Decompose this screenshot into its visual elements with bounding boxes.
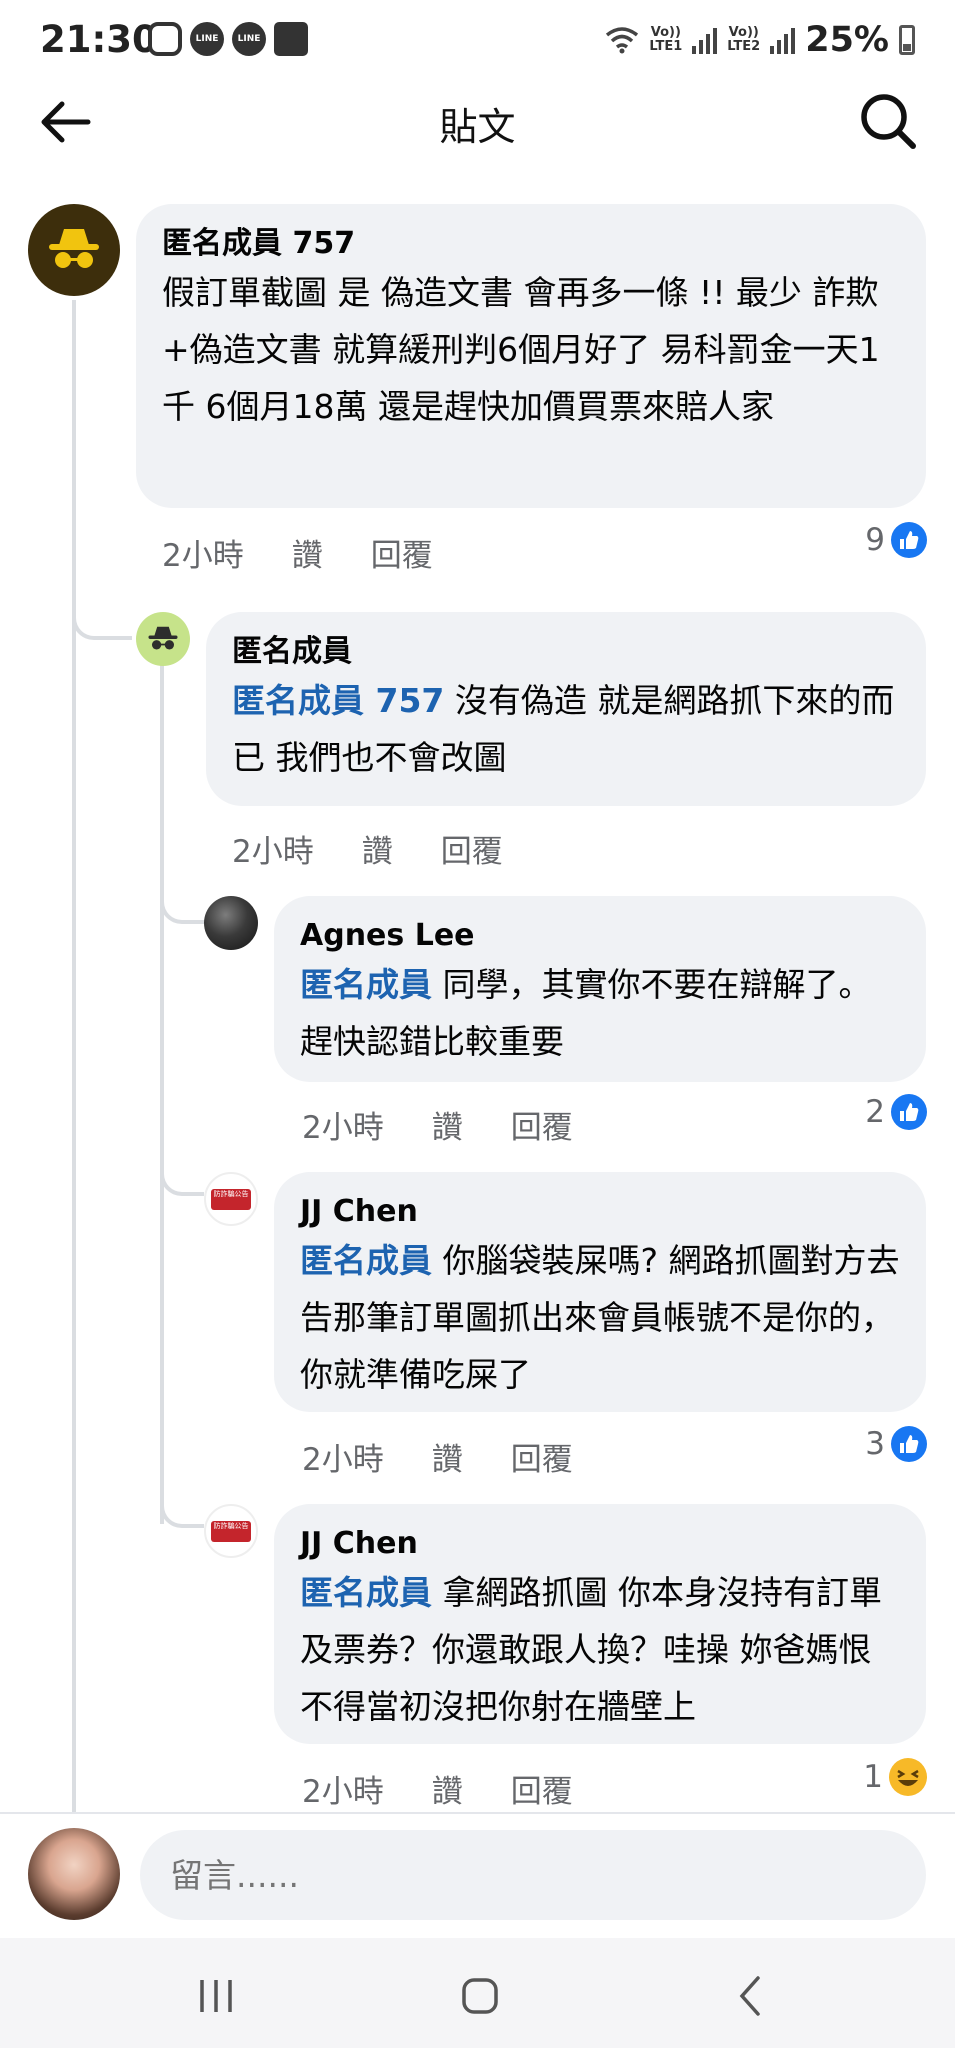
reply-button[interactable]: 回覆 [511, 1766, 573, 1811]
current-user-avatar [28, 1828, 120, 1920]
thread-line [160, 664, 164, 1524]
reaction-summary[interactable]: 3 [865, 1426, 927, 1462]
comment-input[interactable] [140, 1830, 926, 1920]
like-button[interactable]: 讚 [432, 1434, 463, 1479]
reaction-count: 2 [865, 1094, 885, 1130]
avatar[interactable] [136, 612, 190, 666]
reaction-summary[interactable]: 1 [863, 1758, 927, 1796]
reaction-count: 3 [865, 1426, 885, 1462]
comment-author[interactable]: Agnes Lee [300, 916, 900, 956]
thread-branch [72, 600, 132, 640]
system-nav-bar [0, 1938, 955, 2048]
avatar[interactable] [28, 204, 120, 296]
comment-time[interactable]: 2小時 [302, 1766, 384, 1811]
comment-actions: 2小時 讚 回覆 [302, 1766, 573, 1811]
avatar[interactable]: 防詐騙公告 [204, 1504, 258, 1558]
instagram-icon [148, 22, 182, 56]
like-icon [891, 522, 927, 558]
avatar[interactable] [204, 896, 258, 950]
signal-icon [692, 26, 718, 54]
avatar-badge-text: 防詐騙公告 [211, 1520, 251, 1542]
battery-percent: 25% [805, 20, 889, 60]
comment-author[interactable]: JJ Chen [300, 1192, 900, 1232]
comment-text: 匿名成員 同學，其實你不要在辯解了。趕快認錯比較重要 [300, 965, 872, 1061]
system-indicators: Vo)) LTE1 Vo)) LTE2 25% [605, 20, 915, 60]
comment-actions: 2小時 讚 回覆 [302, 1102, 573, 1147]
comment-bubble[interactable]: 匿名成員 757 假訂單截圖 是 偽造文書 會再多一條 !! 最少 詐欺+偽造文… [136, 204, 926, 508]
reaction-count: 9 [865, 522, 885, 558]
mention-link[interactable]: 匿名成員 [300, 1573, 432, 1612]
reply-button[interactable]: 回覆 [511, 1434, 573, 1479]
search-icon[interactable] [857, 90, 919, 152]
thread-branch [160, 1150, 204, 1196]
reaction-summary[interactable]: 2 [865, 1094, 927, 1130]
comment-actions: 2小時 讚 回覆 [302, 1434, 573, 1479]
comment-composer [0, 1814, 955, 1938]
notification-icons: LINE LINE [148, 22, 308, 56]
gallery-icon [274, 22, 308, 56]
comment-bubble[interactable]: Agnes Lee 匿名成員 同學，其實你不要在辯解了。趕快認錯比較重要 [274, 896, 926, 1082]
like-button[interactable]: 讚 [362, 826, 393, 871]
comment-text: 匿名成員 拿網路抓圖 你本身沒持有訂單及票券？你還敢跟人換？哇操 妳爸媽恨不得當… [300, 1573, 882, 1726]
avatar[interactable]: 防詐騙公告 [204, 1172, 258, 1226]
line-icon: LINE [232, 22, 266, 56]
network-lte1: Vo)) LTE1 [649, 25, 683, 54]
reaction-summary[interactable]: 9 [865, 522, 927, 558]
like-button[interactable]: 讚 [432, 1102, 463, 1147]
anonymous-member-icon [148, 626, 178, 650]
reaction-count: 1 [863, 1759, 883, 1795]
status-bar: 21:30 LINE LINE Vo)) LTE1 Vo)) LTE2 25% [0, 0, 955, 80]
like-icon [891, 1094, 927, 1130]
wifi-icon [606, 27, 639, 54]
home-icon[interactable] [450, 1966, 510, 2026]
comment-text: 匿名成員 你腦袋裝屎嗎? 網路抓圖對方去告那筆訂單圖抓出來會員帳號不是你的，你就… [300, 1241, 900, 1394]
comment-actions: 2小時 讚 回覆 [162, 530, 433, 575]
like-button[interactable]: 讚 [292, 530, 323, 575]
status-time: 21:30 [40, 18, 158, 61]
reply-button[interactable]: 回覆 [371, 530, 433, 575]
thread-line [72, 300, 76, 1812]
haha-icon [889, 1758, 927, 1796]
comment-author[interactable]: 匿名成員 [232, 632, 900, 672]
reply-button[interactable]: 回覆 [441, 826, 503, 871]
comment-author[interactable]: 匿名成員 757 [162, 224, 900, 264]
comment-author[interactable]: JJ Chen [300, 1524, 900, 1564]
comment-time[interactable]: 2小時 [162, 530, 244, 575]
comment-time[interactable]: 2小時 [232, 826, 314, 871]
comment-time[interactable]: 2小時 [302, 1102, 384, 1147]
comment-text: 假訂單截圖 是 偽造文書 會再多一條 !! 最少 詐欺+偽造文書 就算緩刑判6個… [162, 273, 880, 426]
like-icon [891, 1426, 927, 1462]
app-bar: 貼文 [0, 80, 955, 180]
mention-link[interactable]: 匿名成員 [300, 1241, 432, 1280]
thread-branch [160, 1480, 204, 1528]
recent-apps-icon[interactable] [186, 1966, 246, 2026]
avatar-badge-text: 防詐騙公告 [211, 1188, 251, 1210]
comment-bubble[interactable]: JJ Chen 匿名成員 你腦袋裝屎嗎? 網路抓圖對方去告那筆訂單圖抓出來會員帳… [274, 1172, 926, 1412]
network-lte2: Vo)) LTE2 [727, 25, 761, 54]
comment-time[interactable]: 2小時 [302, 1434, 384, 1479]
comment-bubble[interactable]: 匿名成員 匿名成員 757 沒有偽造 就是網路抓下來的而已 我們也不會改圖 [206, 612, 926, 806]
comment-text: 匿名成員 757 沒有偽造 就是網路抓下來的而已 我們也不會改圖 [232, 681, 895, 777]
like-button[interactable]: 讚 [432, 1766, 463, 1811]
mention-link[interactable]: 匿名成員 757 [232, 681, 444, 720]
page-title: 貼文 [439, 105, 516, 149]
signal-icon [770, 26, 796, 54]
comment-bubble[interactable]: JJ Chen 匿名成員 拿網路抓圖 你本身沒持有訂單及票券？你還敢跟人換？哇操… [274, 1504, 926, 1744]
thread-branch [160, 880, 204, 924]
mention-link[interactable]: 匿名成員 [300, 965, 432, 1004]
back-nav-icon[interactable] [720, 1966, 780, 2026]
reply-button[interactable]: 回覆 [511, 1102, 573, 1147]
comment-actions: 2小時 讚 回覆 [232, 826, 503, 871]
battery-icon [899, 25, 915, 55]
anonymous-member-icon [49, 229, 99, 268]
line-icon: LINE [190, 22, 224, 56]
